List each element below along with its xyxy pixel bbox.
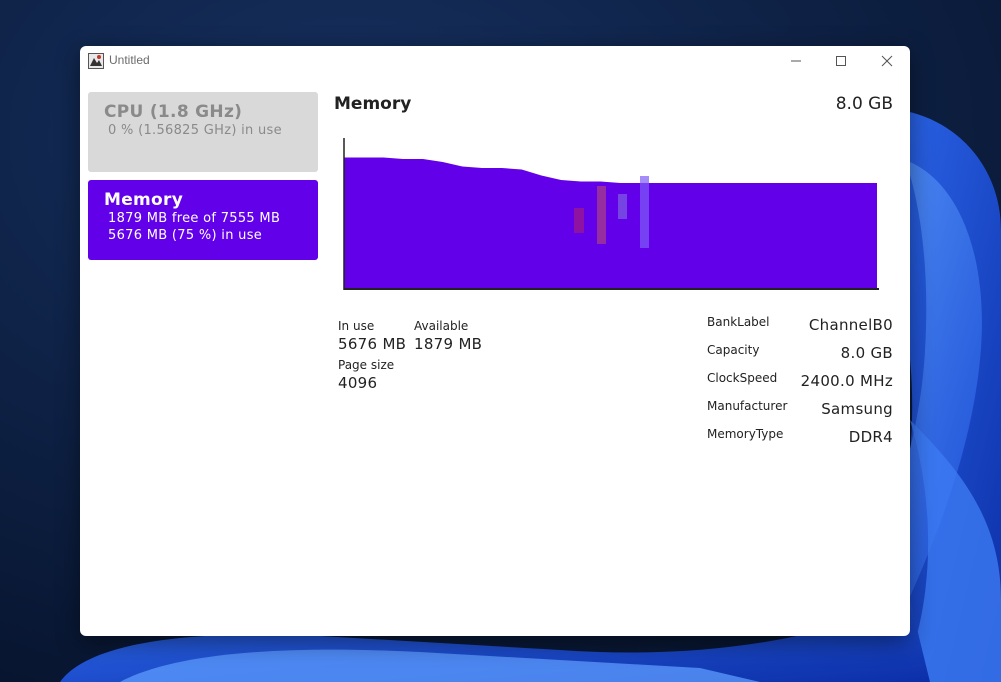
info-value-banklabel: ChannelB0 xyxy=(808,316,893,334)
app-window: Untitled CPU (1.8 GHz) 0 % (1.56825 GHz)… xyxy=(80,46,910,636)
chart-artifact xyxy=(597,186,606,244)
minimize-icon xyxy=(791,60,801,62)
info-value-capacity: 8.0 GB xyxy=(840,344,893,362)
title-bar[interactable]: Untitled xyxy=(80,46,910,76)
chart-artifact xyxy=(574,208,584,233)
window-title: Untitled xyxy=(109,53,150,67)
in-use-value: 5676 MB xyxy=(338,335,407,353)
info-key-clockspeed: ClockSpeed xyxy=(707,371,778,385)
page-size-label: Page size xyxy=(338,358,395,372)
available-label: Available xyxy=(414,319,469,333)
memory-free: 1879 MB free of 7555 MB xyxy=(108,211,281,226)
memory-usage-area xyxy=(344,157,877,288)
sidebar-item-cpu[interactable]: CPU (1.8 GHz) 0 % (1.56825 GHz) in use xyxy=(88,92,318,172)
cpu-usage: 0 % (1.56825 GHz) in use xyxy=(108,123,282,138)
info-key-manufacturer: Manufacturer xyxy=(707,399,788,413)
app-icon xyxy=(88,53,104,69)
maximize-icon xyxy=(836,56,846,66)
maximize-button[interactable] xyxy=(818,46,864,76)
page-size-value: 4096 xyxy=(338,374,378,392)
info-value-clockspeed: 2400.0 MHz xyxy=(800,372,893,390)
in-use-label: In use xyxy=(338,319,375,333)
panel-total: 8.0 GB xyxy=(835,94,893,114)
info-key-capacity: Capacity xyxy=(707,343,760,357)
close-icon xyxy=(881,55,893,67)
chart-artifact xyxy=(640,176,649,248)
close-button[interactable] xyxy=(864,46,910,76)
chart-artifact xyxy=(618,194,627,219)
info-key-banklabel: BankLabel xyxy=(707,315,770,329)
memory-usage: 5676 MB (75 %) in use xyxy=(108,228,263,243)
memory-title: Memory xyxy=(104,190,184,210)
memory-usage-chart xyxy=(343,138,879,290)
available-value: 1879 MB xyxy=(414,335,483,353)
info-key-memorytype: MemoryType xyxy=(707,427,784,441)
info-value-manufacturer: Samsung xyxy=(821,400,893,418)
minimize-button[interactable] xyxy=(773,46,819,76)
panel-title: Memory xyxy=(334,94,412,114)
sidebar-item-memory[interactable]: Memory 1879 MB free of 7555 MB 5676 MB (… xyxy=(88,180,318,260)
info-value-memorytype: DDR4 xyxy=(848,428,893,446)
cpu-title: CPU (1.8 GHz) xyxy=(104,102,243,122)
